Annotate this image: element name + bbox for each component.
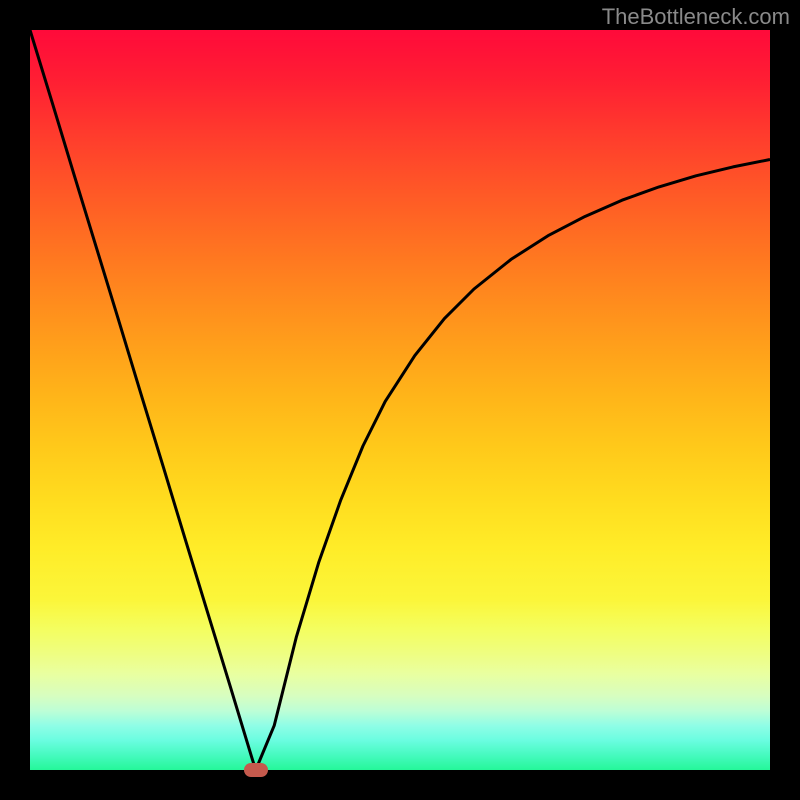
bottleneck-curve bbox=[30, 30, 770, 770]
curve-svg bbox=[30, 30, 770, 770]
minimum-marker bbox=[244, 763, 268, 777]
chart-frame: TheBottleneck.com bbox=[0, 0, 800, 800]
plot-area bbox=[30, 30, 770, 770]
watermark-text: TheBottleneck.com bbox=[602, 4, 790, 30]
